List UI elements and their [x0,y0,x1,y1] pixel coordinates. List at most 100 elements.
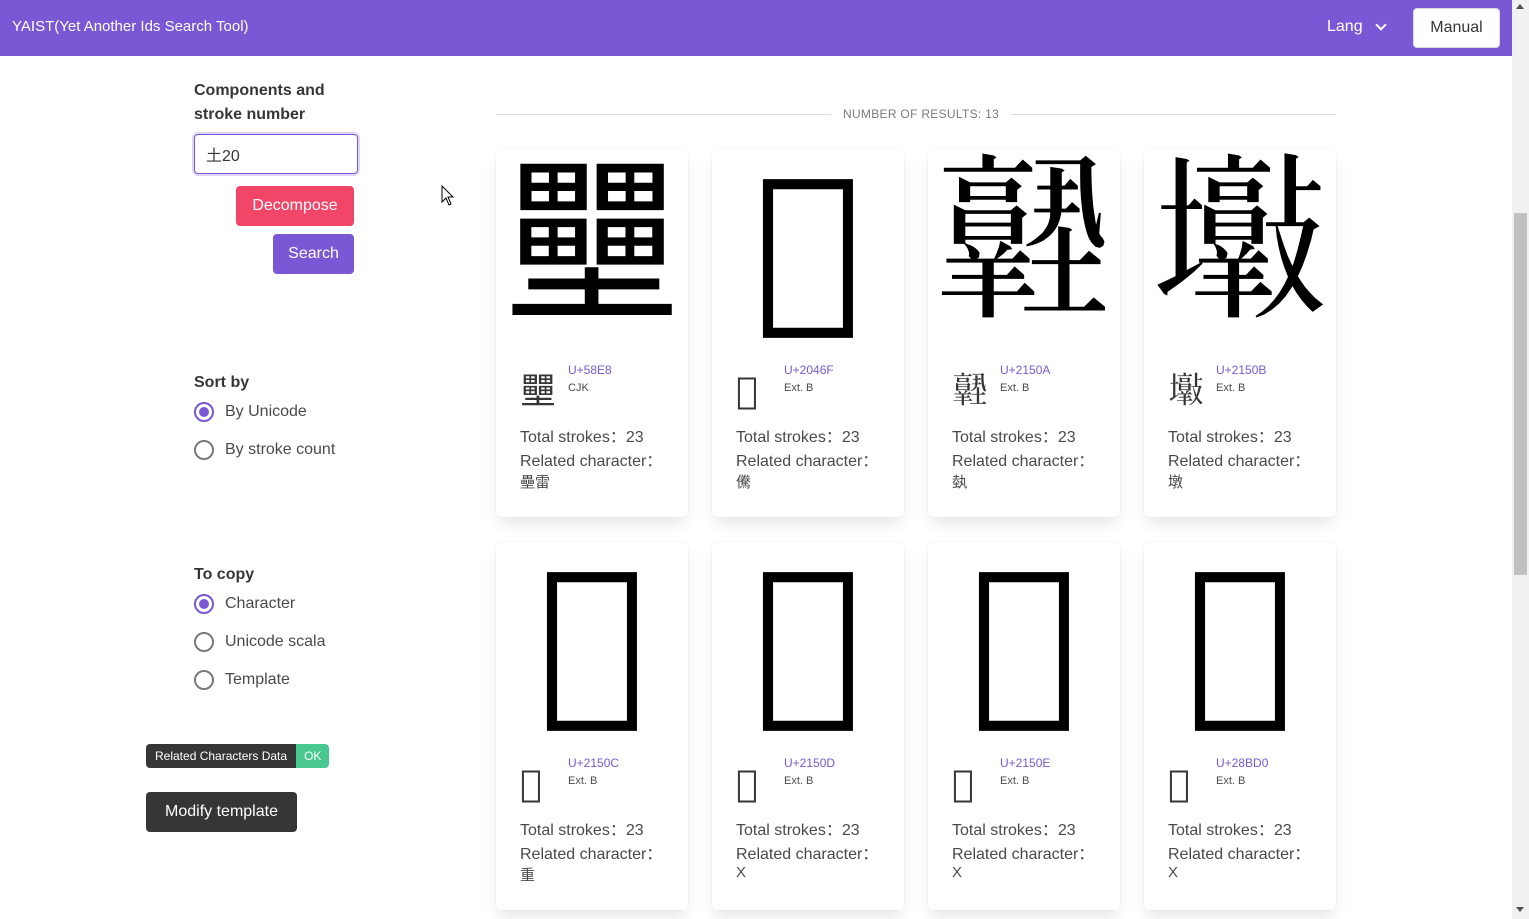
related-data-status: Related Characters Data OK [146,744,330,768]
radio-unchecked-icon [194,670,214,690]
scroll-up-icon[interactable] [1516,4,1524,9]
result-related-label: Related character： [736,846,879,863]
result-related-label: Related character： [952,846,1095,863]
result-card[interactable]: 𡔊 𡔊 U+2150A Ext. B Total strokes：23 Related c… [928,149,1120,517]
copy-radio-template[interactable]: Template [194,670,290,690]
result-glyph-small[interactable]: 𠑯 [736,374,758,410]
copy-radio-character[interactable]: Character [194,594,295,614]
result-glyph-large[interactable]: 𨯐 [1144,542,1336,734]
result-unicode-block: Ext. B [1000,382,1030,394]
result-related-value[interactable]: 重 [520,864,535,885]
scrollbar-thumb[interactable] [1514,213,1527,575]
result-related-label: Related character： [1168,453,1311,470]
result-total-strokes: Total strokes：23 [736,429,860,446]
result-related-value[interactable]: 埶 [952,471,967,492]
result-unicode-code[interactable]: U+2046F [784,363,834,377]
search-button[interactable]: Search [273,234,354,274]
result-unicode-block: Ext. B [784,775,814,787]
result-glyph-small[interactable]: 𡔌 [520,767,542,803]
result-glyph-small[interactable]: 𡔍 [736,767,758,803]
result-glyph-small[interactable]: 𡔎 [952,767,974,803]
result-glyph-large[interactable]: 壨 [496,149,688,341]
sort-label: Sort by [194,374,250,391]
scroll-down-icon[interactable] [1516,907,1524,912]
result-card[interactable]: 𠑯 𠑯 U+2046F Ext. B Total strokes：23 Related c… [712,149,904,517]
scrollbar[interactable] [1512,0,1529,919]
result-card[interactable]: 𡔍 𡔍 U+2150D Ext. B Total strokes：23 Related c… [712,542,904,910]
sort-radio-stroke-count[interactable]: By stroke count [194,440,335,460]
app-title[interactable]: YAIST(Yet Another Ids Search Tool) [12,18,249,35]
result-unicode-block: CJK [568,382,589,394]
result-glyph-small[interactable]: 𡔊 [952,374,988,410]
copy-option-label: Unicode scala [225,633,326,650]
result-related-value[interactable]: 壘雷 [520,471,550,492]
result-related-label: Related character： [520,453,663,470]
result-related-value[interactable]: 儯 [736,471,751,492]
copy-label: To copy [194,566,255,583]
result-glyph-large[interactable]: 𡔎 [928,542,1120,734]
result-card[interactable]: 𡔋 𡔋 U+2150B Ext. B Total strokes：23 Related c… [1144,149,1336,517]
result-related-value[interactable]: 墩 [1168,471,1183,492]
result-card[interactable]: 𨯐 𨯐 U+28BD0 Ext. B Total strokes：23 Related c… [1144,542,1336,910]
search-label: Components and stroke number [194,79,325,127]
result-glyph-large[interactable]: 𡔌 [496,542,688,734]
result-unicode-code[interactable]: U+2150E [1000,756,1050,770]
result-total-strokes: Total strokes：23 [736,822,860,839]
mouse-cursor-icon [441,185,455,206]
manual-button[interactable]: Manual [1413,8,1500,48]
copy-radio-unicode-scala[interactable]: Unicode scala [194,632,326,652]
search-label-line1: Components and [194,82,325,99]
result-unicode-block: Ext. B [1000,775,1030,787]
result-glyph-large[interactable]: 𡔊 [928,149,1120,341]
copy-option-label: Template [225,671,290,688]
results-count: NUMBER OF RESULTS: 13 [831,107,1012,121]
result-related-value[interactable]: X [736,864,746,881]
result-related-label: Related character： [520,846,663,863]
search-input[interactable]: 土20 [194,134,358,174]
result-total-strokes: Total strokes：23 [520,429,644,446]
sort-option-label: By stroke count [225,441,336,458]
related-data-tag: Related Characters Data [146,744,297,768]
modify-template-button[interactable]: Modify template [146,792,297,832]
result-card[interactable]: 𡔎 𡔎 U+2150E Ext. B Total strokes：23 Related c… [928,542,1120,910]
result-unicode-code[interactable]: U+58E8 [568,363,612,377]
result-glyph-large[interactable]: 𡔍 [712,542,904,734]
search-input-value: 土20 [206,148,240,165]
result-unicode-code[interactable]: U+2150D [784,756,835,770]
result-card[interactable]: 𡔌 𡔌 U+2150C Ext. B Total strokes：23 Related c… [496,542,688,910]
radio-checked-icon [194,402,214,422]
result-unicode-block: Ext. B [568,775,598,787]
result-glyph-large[interactable]: 𡔋 [1144,149,1336,341]
chevron-down-icon [1374,18,1387,31]
result-total-strokes: Total strokes：23 [1168,429,1292,446]
result-related-label: Related character： [952,453,1095,470]
result-total-strokes: Total strokes：23 [952,429,1076,446]
result-related-label: Related character： [1168,846,1311,863]
result-glyph-large[interactable]: 𠑯 [712,149,904,341]
radio-checked-icon [194,594,214,614]
result-total-strokes: Total strokes：23 [952,822,1076,839]
decompose-button[interactable]: Decompose [236,186,354,226]
result-unicode-code[interactable]: U+2150A [1000,363,1050,377]
result-unicode-code[interactable]: U+2150B [1216,363,1266,377]
search-label-line2: stroke number [194,106,306,123]
status-badge: OK [296,744,330,768]
result-glyph-small[interactable]: 壨 [520,374,556,410]
navbar: YAIST(Yet Another Ids Search Tool) Lang … [0,0,1512,56]
result-total-strokes: Total strokes：23 [1168,822,1292,839]
result-unicode-code[interactable]: U+2150C [568,756,619,770]
result-glyph-small[interactable]: 𨯐 [1168,767,1190,803]
result-total-strokes: Total strokes：23 [520,822,644,839]
result-card[interactable]: 壨壨 U+58E8 CJK Total strokes：23 Related chara… [496,149,688,517]
result-related-value[interactable]: X [952,864,962,881]
radio-unchecked-icon [194,440,214,460]
result-unicode-code[interactable]: U+28BD0 [1216,756,1268,770]
result-related-value[interactable]: X [1168,864,1178,881]
result-glyph-small[interactable]: 𡔋 [1168,374,1204,410]
result-unicode-block: Ext. B [784,382,814,394]
sort-radio-unicode[interactable]: By Unicode [194,402,307,422]
sort-option-label: By Unicode [225,403,307,420]
radio-unchecked-icon [194,632,214,652]
lang-dropdown[interactable]: Lang [1327,18,1387,36]
result-related-label: Related character： [736,453,879,470]
